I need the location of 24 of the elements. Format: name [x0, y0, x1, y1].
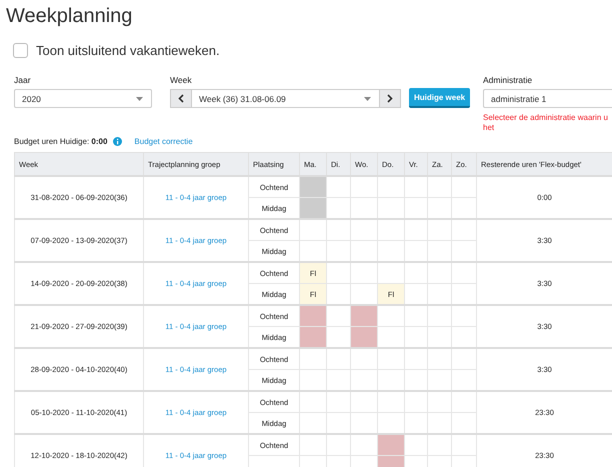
caret-icon: [364, 96, 371, 100]
budget-text: Budget uren Huidige: 0:00: [14, 137, 108, 146]
closed-day-cell[interactable]: [300, 176, 326, 198]
year-select[interactable]: 2020: [14, 89, 152, 108]
checkbox[interactable]: [13, 43, 28, 58]
budget-correction-link[interactable]: Budget correctie: [134, 137, 193, 146]
next-week-button[interactable]: [379, 89, 401, 108]
administration-select[interactable]: administratie 1: [483, 89, 612, 108]
chevron-right-icon: [387, 94, 393, 103]
chevron-left-icon: [178, 94, 184, 103]
field-label: Administratie: [483, 75, 534, 87]
caret-icon: [136, 96, 143, 100]
absent-day-cell[interactable]: [350, 305, 378, 326]
previous-week-button[interactable]: [170, 89, 192, 108]
current-week-button[interactable]: Huidige week: [409, 88, 470, 108]
info-icon[interactable]: [113, 137, 122, 146]
week-select[interactable]: Week (36) 31.08-06.09: [192, 89, 379, 108]
absent-day-cell[interactable]: [378, 434, 404, 456]
field-label: Week: [170, 75, 193, 87]
field-label: Jaar: [14, 75, 32, 87]
error-message: Selecteer de administratie waarin u het: [483, 113, 609, 133]
absent-day-cell[interactable]: [300, 305, 326, 326]
checkbox-label: Toon uitsluitend vakantieweken.: [36, 43, 220, 58]
page-title: Weekplanning: [6, 4, 134, 29]
